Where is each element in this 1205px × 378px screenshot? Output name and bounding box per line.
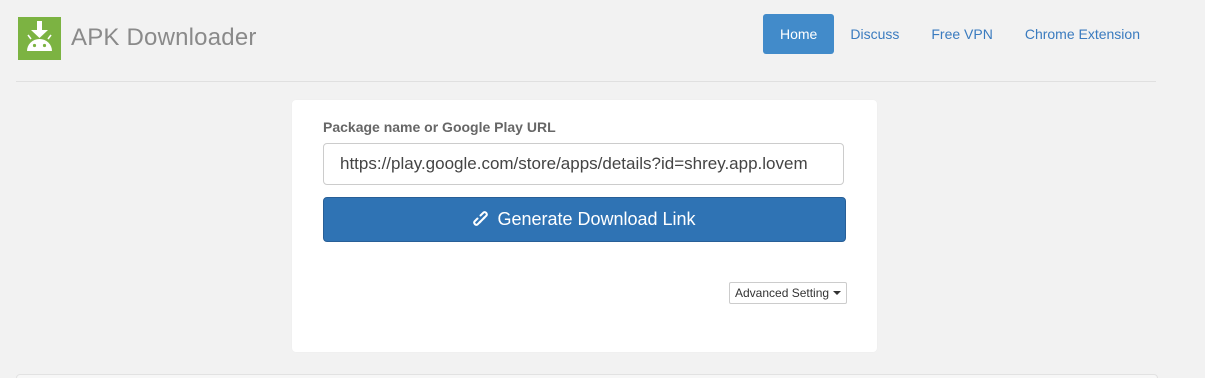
main-nav: Home Discuss Free VPN Chrome Extension [762,14,1156,54]
android-download-icon [18,16,61,60]
nav-free-vpn[interactable]: Free VPN [915,14,1008,54]
link-icon [473,210,491,229]
generate-button-label: Generate Download Link [497,209,696,229]
brand[interactable]: APK Downloader [18,16,257,60]
header: APK Downloader Home Discuss Free VPN Chr… [16,0,1156,82]
advanced-setting-label: Advanced Setting [735,286,830,300]
brand-title: APK Downloader [71,24,257,51]
nav-chrome-extension[interactable]: Chrome Extension [1009,14,1156,54]
caret-down-icon [833,291,842,295]
nav-discuss[interactable]: Discuss [834,14,915,54]
generate-download-link-button[interactable]: Generate Download Link [323,197,846,242]
advanced-setting-dropdown[interactable]: Advanced Setting [729,282,848,304]
nav-home[interactable]: Home [762,14,835,54]
download-form-card: Package name or Google Play URL Generate… [292,100,877,352]
page: APK Downloader Home Discuss Free VPN Chr… [0,0,1205,378]
url-field-label: Package name or Google Play URL [323,119,556,135]
bottom-panel [16,374,1158,378]
url-input[interactable] [323,143,844,185]
